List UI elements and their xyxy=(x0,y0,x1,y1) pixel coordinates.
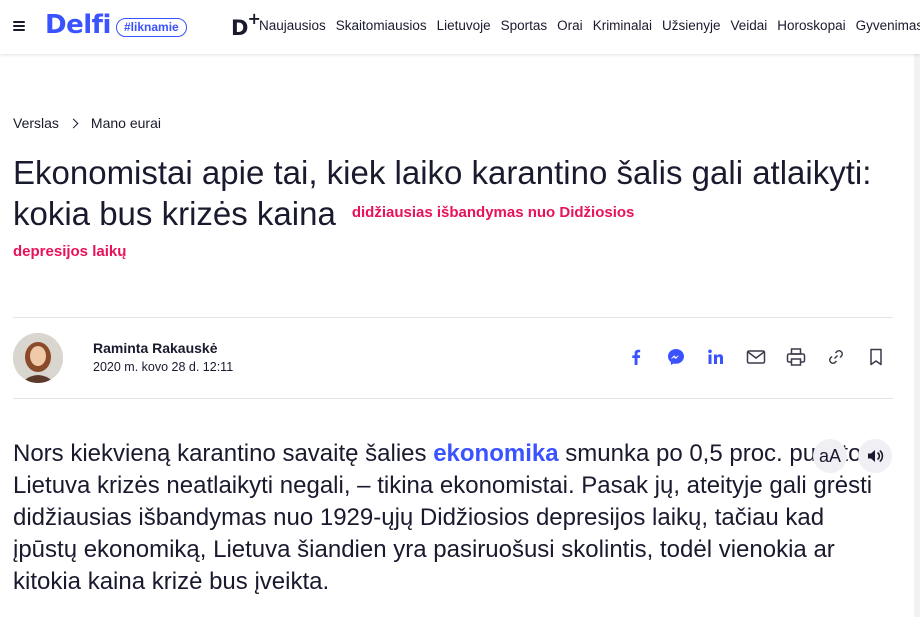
author-avatar[interactable] xyxy=(13,333,63,383)
lead-link-ekonomika[interactable]: ekonomika xyxy=(433,440,558,467)
messenger-icon[interactable] xyxy=(666,347,686,367)
lead-text-start: Nors kiekvieną karantino savaitę šalies xyxy=(13,440,434,467)
divider xyxy=(13,317,893,318)
article-subtitle-cont: depresijos laikų xyxy=(13,243,127,260)
print-icon[interactable] xyxy=(786,347,806,367)
article-lead: Nors kiekvieną karantino savaitę šalies … xyxy=(13,438,893,598)
scrollbar-track[interactable] xyxy=(914,54,920,617)
nav-skaitomiausios[interactable]: Skaitomiausios xyxy=(336,18,427,33)
divider xyxy=(13,398,893,399)
nav-naujausios[interactable]: Naujausios xyxy=(259,18,326,33)
linkedin-icon[interactable] xyxy=(706,347,726,367)
author-name[interactable]: Raminta Rakauskė xyxy=(93,340,218,356)
menu-icon[interactable] xyxy=(13,21,25,31)
main-nav: Naujausios Skaitomiausios Lietuvoje Spor… xyxy=(259,18,920,33)
facebook-icon[interactable] xyxy=(626,347,646,367)
font-size-button[interactable]: aA xyxy=(813,439,847,473)
nav-veidai[interactable]: Veidai xyxy=(731,18,768,33)
email-icon[interactable] xyxy=(746,347,766,367)
publish-date: 2020 m. kovo 28 d. 12:11 xyxy=(93,360,234,374)
nav-kriminalai[interactable]: Kriminalai xyxy=(593,18,652,33)
delfi-logo[interactable]: Delfi xyxy=(45,10,111,40)
dplus-logo[interactable]: D+ xyxy=(231,9,261,40)
breadcrumb: Verslas Mano eurai xyxy=(13,115,161,131)
breadcrumb-mano-eurai[interactable]: Mano eurai xyxy=(91,115,161,131)
article-subtitle: didžiausias išbandymas nuo Didžiosios xyxy=(351,204,635,221)
nav-gyvenimas[interactable]: Gyvenimas xyxy=(856,18,920,33)
breadcrumb-verslas[interactable]: Verslas xyxy=(13,115,59,131)
chevron-right-icon xyxy=(68,118,79,128)
bookmark-icon[interactable] xyxy=(866,347,886,367)
nav-horoskopai[interactable]: Horoskopai xyxy=(777,18,845,33)
site-header: Delfi #liknamie D+ Naujausios Skaitomiau… xyxy=(0,0,920,54)
nav-orai[interactable]: Orai xyxy=(557,18,583,33)
font-size-label: aA xyxy=(818,445,842,466)
liknamie-tag[interactable]: #liknamie xyxy=(116,18,187,37)
dplus-letter: D xyxy=(231,16,249,40)
speaker-icon[interactable] xyxy=(858,439,892,473)
article-title: Ekonomistai apie tai, kiek laiko karanti… xyxy=(13,153,893,234)
nav-sportas[interactable]: Sportas xyxy=(501,18,548,33)
nav-uzsienyje[interactable]: Užsienyje xyxy=(662,18,721,33)
nav-lietuvoje[interactable]: Lietuvoje xyxy=(437,18,491,33)
link-icon[interactable] xyxy=(826,347,846,367)
